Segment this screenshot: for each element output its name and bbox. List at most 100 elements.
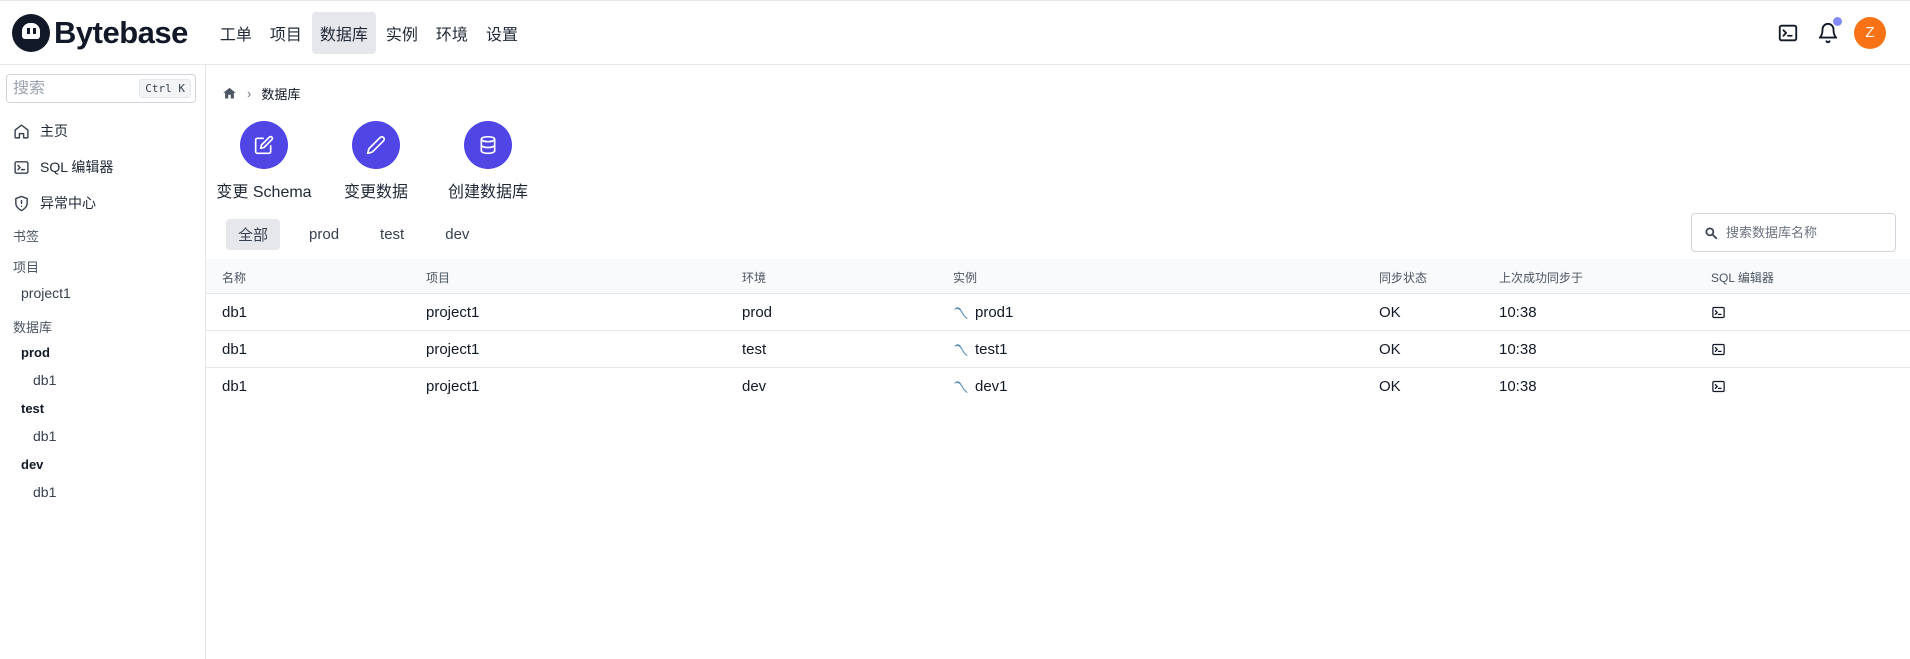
nav-environments[interactable]: 环境 — [428, 12, 476, 54]
sidebar: Ctrl K 主页 SQL 编辑器 异常中心 书签 项目 project1 数据… — [0, 65, 206, 659]
terminal-icon — [14, 160, 29, 174]
cell-instance[interactable]: test1 — [953, 341, 1008, 358]
nav-settings[interactable]: 设置 — [478, 12, 526, 54]
terminal-icon[interactable] — [1711, 379, 1726, 394]
sidebar-link-anomaly-center[interactable]: 异常中心 — [13, 193, 96, 213]
table-header: 名称 项目 环境 实例 同步状态 上次成功同步于 SQL 编辑器 — [206, 259, 1910, 294]
cell-name[interactable]: db1 — [222, 378, 247, 395]
sidebar-project-item[interactable]: project1 — [21, 285, 71, 301]
alter-schema-action[interactable]: 变更 Schema — [208, 121, 320, 202]
terminal-icon[interactable] — [1711, 342, 1726, 357]
cell-project[interactable]: project1 — [426, 378, 479, 395]
action-button[interactable] — [240, 121, 288, 169]
sidebar-db-item[interactable]: db1 — [33, 484, 56, 500]
cell-name[interactable]: db1 — [222, 341, 247, 358]
home-icon[interactable] — [222, 86, 237, 101]
cell-environment: test — [742, 341, 767, 358]
column-header-sql-editor[interactable]: SQL 编辑器 — [1711, 269, 1774, 286]
sidebar-db-item[interactable]: db1 — [33, 428, 56, 444]
cell-last-sync: 10:38 — [1499, 304, 1537, 321]
mysql-icon — [954, 343, 968, 356]
action-button[interactable] — [352, 121, 400, 169]
database-icon — [480, 135, 496, 155]
sql-editor-button[interactable] — [1770, 15, 1806, 51]
cell-project[interactable]: project1 — [426, 304, 479, 321]
terminal-icon[interactable] — [1711, 305, 1726, 320]
table-row[interactable]: db1 project1 dev dev1 OK 10:38 — [206, 368, 1910, 405]
column-header-name[interactable]: 名称 — [222, 269, 246, 286]
brand-name: Bytebase — [54, 14, 188, 50]
mysql-icon — [954, 380, 968, 393]
cell-sync-status: OK — [1379, 304, 1401, 321]
cell-instance[interactable]: prod1 — [953, 304, 1013, 321]
nav-projects[interactable]: 项目 — [262, 12, 310, 54]
database-search-input[interactable] — [1726, 225, 1886, 240]
user-avatar[interactable]: Z — [1854, 16, 1886, 49]
change-data-action[interactable]: 变更数据 — [320, 121, 432, 202]
sidebar-search: Ctrl K — [6, 74, 196, 103]
quick-actions: 变更 Schema 变更数据 创建数据库 — [216, 121, 544, 202]
home-icon — [14, 123, 29, 139]
brand-logo[interactable]: Bytebase — [12, 13, 188, 52]
bytebase-logo-icon — [12, 13, 50, 52]
sidebar-link-label: 异常中心 — [40, 195, 96, 211]
notifications-button[interactable] — [1810, 15, 1846, 51]
database-search — [1691, 213, 1896, 252]
sidebar-section-projects: 项目 — [13, 260, 40, 275]
cell-sync-status: OK — [1379, 378, 1401, 395]
cell-last-sync: 10:38 — [1499, 341, 1537, 358]
create-database-action[interactable]: 创建数据库 — [432, 121, 544, 202]
top-header: Bytebase 工单 项目 数据库 实例 环境 设置 Z — [0, 0, 1910, 65]
breadcrumb-current: 数据库 — [261, 87, 301, 102]
instance-label: test1 — [975, 341, 1008, 358]
shield-alert-icon — [15, 195, 28, 211]
notification-badge — [1833, 16, 1842, 26]
environment-tabs: 全部 prod test dev — [226, 219, 498, 250]
cell-sql-editor[interactable] — [1711, 305, 1732, 320]
search-icon — [1705, 226, 1718, 239]
nav-databases[interactable]: 数据库 — [311, 11, 376, 54]
cell-sql-editor[interactable] — [1711, 342, 1732, 357]
action-label: 变更数据 — [343, 184, 408, 201]
table-row[interactable]: db1 project1 test test1 OK 10:38 — [206, 331, 1910, 368]
breadcrumb: › 数据库 — [222, 84, 300, 103]
tab-test[interactable]: test — [368, 221, 416, 248]
sidebar-link-home[interactable]: 主页 — [13, 121, 68, 141]
tab-prod[interactable]: prod — [297, 221, 351, 248]
sidebar-env-dev[interactable]: dev — [21, 457, 43, 472]
sidebar-env-prod[interactable]: prod — [21, 345, 50, 360]
column-header-last-sync[interactable]: 上次成功同步于 — [1499, 269, 1583, 286]
search-shortcut: Ctrl K — [139, 79, 191, 98]
tab-all[interactable]: 全部 — [226, 219, 281, 250]
table-row[interactable]: db1 project1 prod prod1 OK 10:38 — [206, 294, 1910, 331]
sidebar-link-label: 主页 — [40, 123, 68, 139]
column-header-project[interactable]: 项目 — [426, 269, 450, 286]
cell-project[interactable]: project1 — [426, 341, 479, 358]
sidebar-db-item[interactable]: db1 — [33, 372, 56, 388]
tab-dev[interactable]: dev — [433, 221, 481, 248]
terminal-icon — [1778, 24, 1798, 41]
cell-environment: dev — [742, 378, 767, 395]
column-header-instance[interactable]: 实例 — [953, 269, 977, 286]
nav-instances[interactable]: 实例 — [378, 12, 426, 54]
instance-label: prod1 — [975, 304, 1014, 321]
cell-last-sync: 10:38 — [1499, 378, 1537, 395]
chevron-right-icon: › — [247, 86, 252, 101]
main-nav: 工单 项目 数据库 实例 环境 设置 — [212, 11, 526, 54]
cell-name[interactable]: db1 — [222, 304, 247, 321]
cell-sql-editor[interactable] — [1711, 379, 1732, 394]
action-label: 变更 Schema — [216, 184, 312, 201]
instance-label: dev1 — [975, 378, 1008, 395]
column-header-sync-status[interactable]: 同步状态 — [1379, 269, 1427, 286]
sidebar-link-sql-editor[interactable]: SQL 编辑器 — [13, 157, 113, 177]
cell-instance[interactable]: dev1 — [953, 378, 1008, 395]
pencil-icon — [366, 136, 385, 155]
sidebar-section-databases: 数据库 — [13, 320, 53, 335]
action-button[interactable] — [464, 121, 512, 169]
sidebar-search-input[interactable] — [13, 79, 143, 98]
sidebar-section-bookmarks: 书签 — [13, 229, 40, 244]
column-header-environment[interactable]: 环境 — [742, 269, 766, 286]
database-table: 名称 项目 环境 实例 同步状态 上次成功同步于 SQL 编辑器 db1 pro… — [206, 259, 1910, 405]
sidebar-env-test[interactable]: test — [21, 401, 44, 416]
nav-tickets[interactable]: 工单 — [212, 12, 260, 54]
